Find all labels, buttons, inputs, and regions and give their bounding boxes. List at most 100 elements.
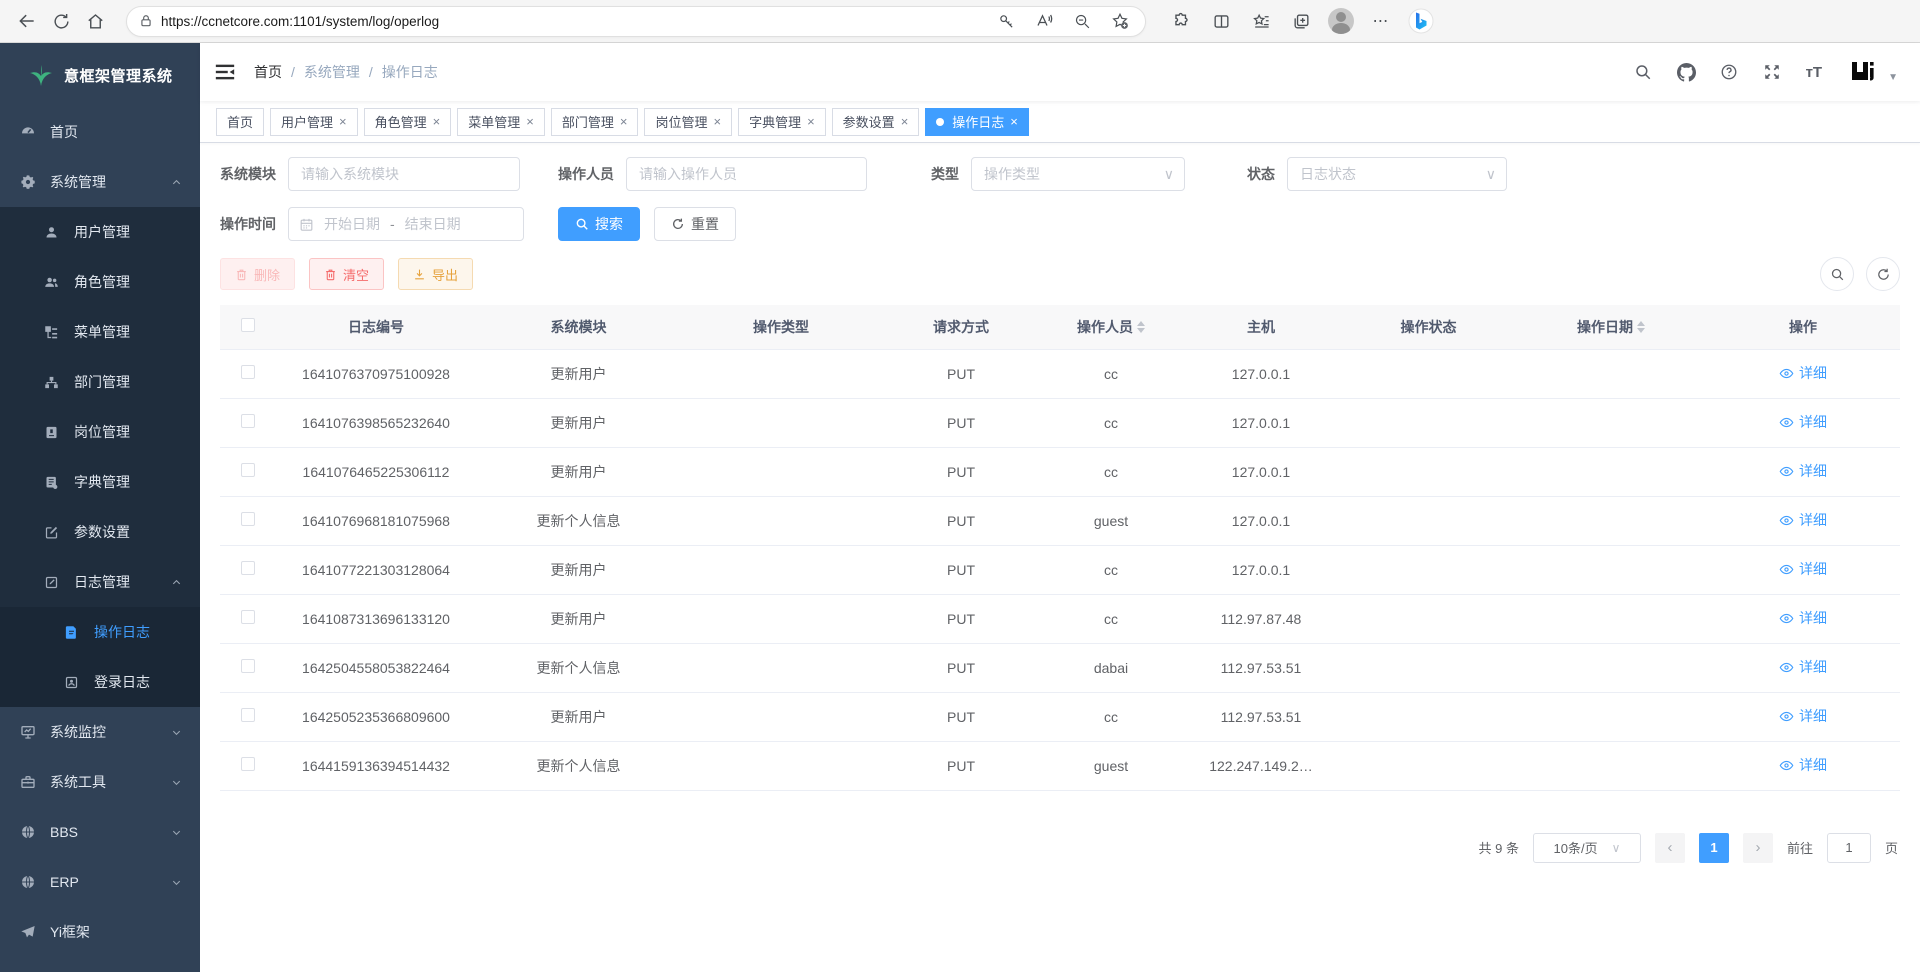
row-checkbox[interactable]	[241, 561, 255, 575]
row-checkbox[interactable]	[241, 414, 255, 428]
detail-link[interactable]: 详细	[1779, 657, 1827, 677]
avatar-caret-icon[interactable]: ▼	[1888, 72, 1898, 83]
tab-role-manage[interactable]: 角色管理×	[364, 108, 452, 136]
url-bar[interactable]: https://ccnetcore.com:1101/system/log/op…	[126, 6, 1146, 37]
select-all-checkbox[interactable]	[241, 318, 255, 332]
back-button[interactable]	[10, 4, 44, 38]
breadcrumb-home[interactable]: 首页	[254, 62, 282, 82]
favorites-add-icon[interactable]	[1103, 4, 1137, 38]
favorites-bar-icon[interactable]	[1244, 4, 1278, 38]
sidebar-item-monitor[interactable]: 系统监控	[0, 707, 200, 757]
app-logo[interactable]: 意框架管理系统	[0, 43, 200, 107]
tab-user-manage[interactable]: 用户管理×	[270, 108, 358, 136]
breadcrumb-system[interactable]: 系统管理	[304, 62, 360, 82]
export-button[interactable]: 导出	[398, 258, 473, 290]
search-button[interactable]: 搜索	[558, 207, 640, 241]
password-key-icon[interactable]	[989, 4, 1023, 38]
prev-page-button[interactable]: ‹	[1655, 833, 1685, 863]
detail-link[interactable]: 详细	[1779, 363, 1827, 383]
split-screen-icon[interactable]	[1204, 4, 1238, 38]
toggle-search-button[interactable]	[1820, 257, 1854, 291]
operator-input[interactable]	[626, 157, 867, 191]
sidebar-item-menus[interactable]: 菜单管理	[0, 307, 200, 357]
read-aloud-icon[interactable]	[1027, 4, 1061, 38]
close-icon[interactable]: ×	[526, 114, 534, 129]
extensions-icon[interactable]	[1164, 4, 1198, 38]
delete-button[interactable]: 删除	[220, 258, 295, 290]
sort-carets-icon[interactable]	[1637, 321, 1645, 333]
sidebar-item-logs[interactable]: 日志管理	[0, 557, 200, 607]
font-size-icon[interactable]: тT	[1806, 64, 1823, 81]
header-search-icon[interactable]	[1634, 63, 1653, 82]
refresh-button[interactable]	[44, 4, 78, 38]
tab-menu-manage[interactable]: 菜单管理×	[457, 108, 545, 136]
col-operator[interactable]: 操作人员	[1041, 305, 1181, 349]
detail-link[interactable]: 详细	[1779, 461, 1827, 481]
sidebar-item-roles[interactable]: 角色管理	[0, 257, 200, 307]
sidebar-item-dicts[interactable]: 字典管理	[0, 457, 200, 507]
help-icon[interactable]	[1720, 63, 1739, 82]
sidebar-item-params[interactable]: 参数设置	[0, 507, 200, 557]
tab-post-manage[interactable]: 岗位管理×	[644, 108, 732, 136]
close-icon[interactable]: ×	[1010, 114, 1018, 129]
row-checkbox[interactable]	[241, 365, 255, 379]
tab-home[interactable]: 首页	[216, 108, 264, 136]
sidebar-collapse-icon[interactable]	[214, 61, 236, 83]
zoom-out-icon[interactable]	[1065, 4, 1099, 38]
sidebar-item-bbs[interactable]: BBS	[0, 807, 200, 857]
row-checkbox[interactable]	[241, 610, 255, 624]
row-checkbox[interactable]	[241, 757, 255, 771]
detail-link[interactable]: 详细	[1779, 510, 1827, 530]
clear-button[interactable]: 清空	[309, 258, 384, 290]
close-icon[interactable]: ×	[339, 114, 347, 129]
tab-oper-log[interactable]: 操作日志×	[925, 108, 1029, 136]
type-select[interactable]: 操作类型 ∨	[971, 157, 1185, 191]
sort-carets-icon[interactable]	[1137, 321, 1145, 333]
sidebar-item-departments[interactable]: 部门管理	[0, 357, 200, 407]
sidebar-item-login-log[interactable]: 登录日志	[0, 657, 200, 707]
detail-link[interactable]: 详细	[1779, 608, 1827, 628]
sidebar-item-system[interactable]: 系统管理	[0, 157, 200, 207]
tab-param-settings[interactable]: 参数设置×	[832, 108, 920, 136]
col-date[interactable]: 操作日期	[1516, 305, 1706, 349]
detail-link[interactable]: 详细	[1779, 755, 1827, 775]
detail-link[interactable]: 详细	[1779, 559, 1827, 579]
bing-chat-icon[interactable]	[1404, 4, 1438, 38]
sidebar-item-home[interactable]: 首页	[0, 107, 200, 157]
fullscreen-icon[interactable]	[1763, 63, 1782, 82]
close-icon[interactable]: ×	[807, 114, 815, 129]
sidebar-item-users[interactable]: 用户管理	[0, 207, 200, 257]
page-button-1[interactable]: 1	[1699, 833, 1729, 863]
sidebar-item-tools[interactable]: 系统工具	[0, 757, 200, 807]
close-icon[interactable]: ×	[713, 114, 721, 129]
close-icon[interactable]: ×	[433, 114, 441, 129]
row-checkbox[interactable]	[241, 659, 255, 673]
browser-profile-avatar[interactable]	[1324, 4, 1358, 38]
module-input[interactable]	[288, 157, 520, 191]
row-checkbox[interactable]	[241, 708, 255, 722]
goto-page-input[interactable]	[1827, 833, 1871, 863]
page-size-select[interactable]: 10条/页 ∨	[1533, 833, 1641, 863]
user-avatar[interactable]	[1846, 56, 1878, 88]
github-icon[interactable]	[1677, 63, 1696, 82]
detail-link[interactable]: 详细	[1779, 412, 1827, 432]
collections-icon[interactable]	[1284, 4, 1318, 38]
row-checkbox[interactable]	[241, 512, 255, 526]
date-range-picker[interactable]: 开始日期 - 结束日期	[288, 207, 524, 241]
sidebar-item-yi[interactable]: Yi框架	[0, 907, 200, 957]
reset-button[interactable]: 重置	[654, 207, 736, 241]
sidebar-item-posts[interactable]: 岗位管理	[0, 407, 200, 457]
sidebar-item-erp[interactable]: ERP	[0, 857, 200, 907]
next-page-button[interactable]: ›	[1743, 833, 1773, 863]
row-checkbox[interactable]	[241, 463, 255, 477]
sidebar-item-oper-log[interactable]: 操作日志	[0, 607, 200, 657]
refresh-table-button[interactable]	[1866, 257, 1900, 291]
close-icon[interactable]: ×	[901, 114, 909, 129]
detail-link[interactable]: 详细	[1779, 706, 1827, 726]
status-select[interactable]: 日志状态 ∨	[1287, 157, 1507, 191]
browser-more-icon[interactable]: ⋯	[1364, 4, 1398, 38]
close-icon[interactable]: ×	[620, 114, 628, 129]
tab-dept-manage[interactable]: 部门管理×	[551, 108, 639, 136]
home-button[interactable]	[78, 4, 112, 38]
tab-dict-manage[interactable]: 字典管理×	[738, 108, 826, 136]
